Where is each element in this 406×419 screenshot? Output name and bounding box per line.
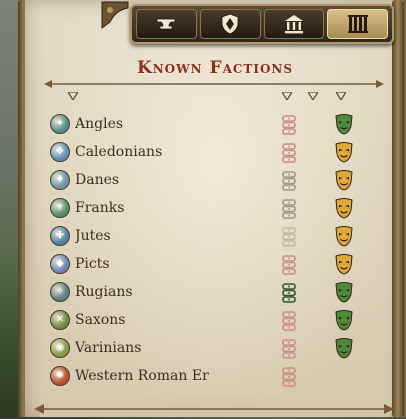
faction-name: Franks — [75, 200, 125, 216]
faction-emblem-icon: ⚜ — [50, 198, 70, 218]
faction-emblem-icon: ◆ — [50, 254, 70, 274]
panel-tab-bar — [130, 4, 394, 44]
faction-name: Jutes — [75, 228, 111, 244]
faction-name: Rugians — [75, 284, 133, 300]
attitude-mask-icon — [334, 197, 354, 219]
emblem-glyph: ✺ — [55, 370, 65, 381]
sort-by-attitude-arrow[interactable] — [336, 92, 346, 100]
title-divider — [44, 74, 384, 88]
faction-list: ✦ Angles ❖ Caledonians ♦ Danes ⚜ Franks ✚ Jutes ◆ P… — [50, 110, 370, 390]
sort-by-name-arrow[interactable] — [68, 92, 78, 100]
faction-row[interactable]: ◉ Varinians — [50, 334, 370, 362]
attitude-mask-icon — [334, 281, 354, 303]
attitude-mask-icon — [334, 225, 354, 247]
tab-factions[interactable] — [327, 9, 388, 39]
emblem-glyph: ✧ — [55, 286, 65, 297]
faction-row[interactable]: ❖ Caledonians — [50, 138, 370, 166]
emblem-glyph: ✕ — [55, 314, 65, 325]
bottom-divider — [34, 400, 394, 414]
faction-row[interactable]: ♦ Danes — [50, 166, 370, 194]
emblem-glyph: ◉ — [55, 342, 65, 353]
temple-icon — [284, 15, 303, 34]
relation-sigil-icon — [282, 171, 296, 191]
faction-row[interactable]: ✦ Angles — [50, 110, 370, 138]
faction-emblem-icon: ✚ — [50, 226, 70, 246]
tab-diplomacy[interactable] — [199, 9, 261, 39]
relation-sigil-icon — [282, 255, 296, 275]
attitude-mask-icon — [334, 141, 354, 163]
scroll-rod-right — [392, 0, 404, 417]
faction-emblem-icon: ✕ — [50, 310, 70, 330]
faction-name: Saxons — [75, 312, 126, 328]
attitude-mask-icon — [334, 113, 354, 135]
relation-sigil-icon — [282, 311, 296, 331]
columns-icon — [347, 15, 368, 33]
shield-crest-icon — [221, 13, 239, 35]
faction-row[interactable]: ✺ Western Roman Er — [50, 362, 370, 390]
attitude-mask-icon — [334, 253, 354, 275]
faction-name: Varinians — [75, 340, 142, 356]
anvil-icon — [156, 18, 176, 30]
corner-ornament-icon — [101, 1, 129, 29]
emblem-glyph: ♦ — [55, 174, 65, 185]
emblem-glyph: ⚜ — [55, 202, 65, 213]
sort-by-status-arrow[interactable] — [308, 92, 318, 100]
relation-sigil-icon — [282, 339, 296, 359]
tab-buildings[interactable] — [263, 9, 325, 39]
emblem-glyph: ✚ — [55, 230, 65, 241]
faction-emblem-icon: ❖ — [50, 142, 70, 162]
faction-emblem-icon: ✧ — [50, 282, 70, 302]
faction-emblem-icon: ♦ — [50, 170, 70, 190]
faction-emblem-icon: ✦ — [50, 114, 70, 134]
attitude-mask-icon — [334, 169, 354, 191]
faction-name: Caledonians — [75, 144, 163, 160]
tab-military[interactable] — [136, 9, 197, 39]
faction-row[interactable]: ✚ Jutes — [50, 222, 370, 250]
relation-sigil-icon — [282, 199, 296, 219]
faction-row[interactable]: ⚜ Franks — [50, 194, 370, 222]
relation-sigil-icon — [282, 115, 296, 135]
attitude-mask-icon — [334, 337, 354, 359]
faction-name: Picts — [75, 256, 110, 272]
faction-name: Danes — [75, 172, 120, 188]
emblem-glyph: ❖ — [55, 146, 65, 157]
attitude-mask-icon — [334, 309, 354, 331]
faction-emblem-icon: ✺ — [50, 366, 70, 386]
emblem-glyph: ◆ — [56, 258, 64, 269]
sort-by-relation-arrow[interactable] — [282, 92, 292, 100]
faction-row[interactable]: ✧ Rugians — [50, 278, 370, 306]
emblem-glyph: ✦ — [55, 118, 65, 129]
relation-sigil-icon — [282, 367, 296, 387]
faction-row[interactable]: ✕ Saxons — [50, 306, 370, 334]
relation-sigil-icon — [282, 143, 296, 163]
faction-name: Angles — [75, 116, 124, 132]
faction-emblem-icon: ◉ — [50, 338, 70, 358]
relation-sigil-icon — [282, 227, 296, 247]
faction-row[interactable]: ◆ Picts — [50, 250, 370, 278]
relation-sigil-icon — [282, 283, 296, 303]
faction-name: Western Roman Er — [75, 368, 209, 384]
